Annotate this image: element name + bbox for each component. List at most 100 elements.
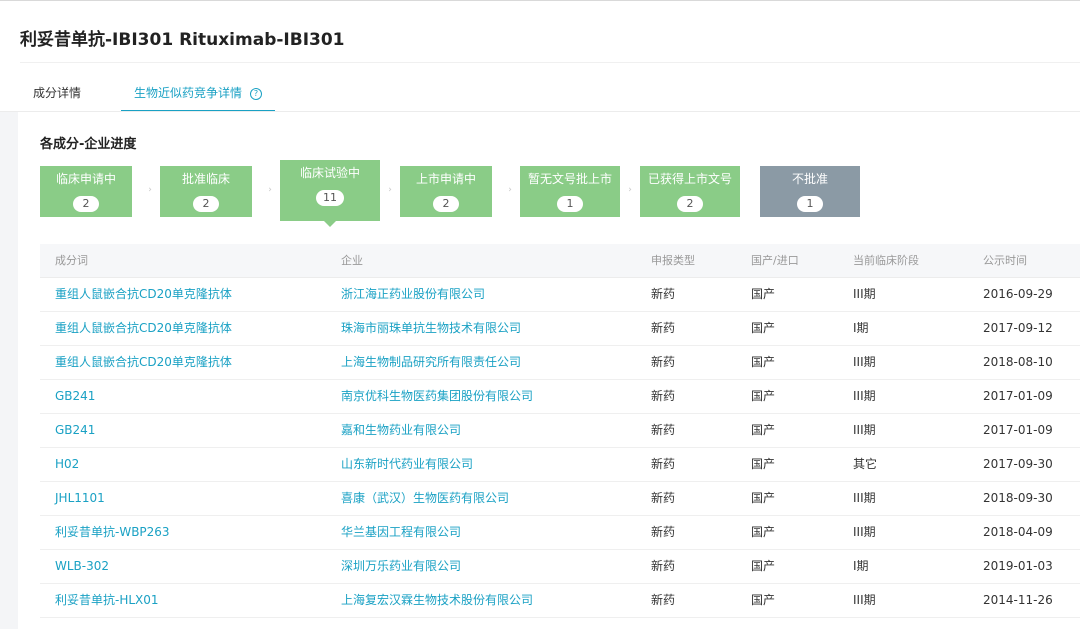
component-link[interactable]: H02 [55, 448, 79, 481]
stage-clinical-trial[interactable]: 临床试验中 11 [280, 160, 380, 227]
company-link[interactable]: 珠海市丽珠单抗生物技术有限公司 [341, 312, 521, 345]
clinical-phase: III期 [853, 423, 876, 437]
table-row: 重组人鼠嵌合抗CD20单克隆抗体 浙江海正药业股份有限公司 新药 国产 III期… [40, 278, 1080, 312]
origin: 国产 [751, 593, 776, 607]
application-type: 新药 [651, 389, 676, 403]
component-link[interactable]: 重组人鼠嵌合抗CD20单克隆抗体 [55, 278, 232, 311]
stage-rejected[interactable]: 不批准 1 [760, 166, 860, 217]
table-row: WLB-302 深圳万乐药业有限公司 新药 国产 I期 2019-01-03 [40, 550, 1080, 584]
component-link[interactable]: GB241 [55, 414, 95, 447]
company-link[interactable]: 浙江海正药业股份有限公司 [341, 278, 485, 311]
table-row: 利妥昔单抗-WBP263 华兰基因工程有限公司 新药 国产 III期 2018-… [40, 516, 1080, 550]
stage-label: 不批准 [791, 172, 828, 186]
table-row: 重组人鼠嵌合抗CD20单克隆抗体 珠海市丽珠单抗生物技术有限公司 新药 国产 I… [40, 312, 1080, 346]
stage-marketing-number-obtained[interactable]: 已获得上市文号 2 [640, 166, 740, 217]
stage-market-application[interactable]: 上市申请中 2 [400, 166, 492, 217]
stage-count-badge: 2 [73, 196, 99, 212]
stage-clinical-approved[interactable]: 批准临床 2 [160, 166, 252, 217]
clinical-phase: III期 [853, 287, 876, 301]
origin: 国产 [751, 389, 776, 403]
tab-biosimilar-competition-label: 生物近似药竞争详情 [134, 86, 243, 100]
clinical-phase: III期 [853, 355, 876, 369]
component-link[interactable]: WLB-302 [55, 550, 109, 583]
origin: 国产 [751, 525, 776, 539]
stage-label: 临床申请中 [55, 172, 116, 186]
column-header-application-type[interactable]: 申报类型 [651, 244, 695, 277]
origin: 国产 [751, 491, 776, 505]
stage-count-badge: 2 [193, 196, 219, 212]
publish-date: 2018-04-09 [983, 525, 1053, 539]
component-link[interactable]: GB241 [55, 380, 95, 413]
question-circle-icon[interactable]: ? [250, 88, 263, 100]
column-header-clinical-phase[interactable]: 当前临床阶段 [853, 244, 919, 277]
column-header-origin[interactable]: 国产/进口 [751, 244, 799, 277]
table-row: JHL1101 喜康（武汉）生物医药有限公司 新药 国产 III期 2018-0… [40, 482, 1080, 516]
column-header-publish-date[interactable]: 公示时间 [983, 244, 1027, 277]
tab-component-details[interactable]: 成分详情 [33, 78, 81, 110]
publish-date: 2017-01-09 [983, 423, 1053, 437]
publish-date: 2018-08-10 [983, 355, 1053, 369]
column-header-company[interactable]: 企业 [341, 244, 363, 277]
origin: 国产 [751, 457, 776, 471]
table-row: 利妥昔单抗-HLX01 上海复宏汉霖生物技术股份有限公司 新药 国产 III期 … [40, 584, 1080, 618]
component-link[interactable]: 重组人鼠嵌合抗CD20单克隆抗体 [55, 346, 232, 379]
origin: 国产 [751, 423, 776, 437]
top-border [0, 0, 1080, 1]
application-type: 新药 [651, 423, 676, 437]
origin: 国产 [751, 321, 776, 335]
company-link[interactable]: 嘉和生物药业有限公司 [341, 414, 461, 447]
active-stage-pointer [324, 221, 336, 227]
publish-date: 2017-09-12 [983, 321, 1053, 335]
origin: 国产 [751, 287, 776, 301]
company-progress-table: 成分词 企业 申报类型 国产/进口 当前临床阶段 公示时间 重组人鼠嵌合抗CD2… [40, 244, 1080, 618]
company-link[interactable]: 深圳万乐药业有限公司 [341, 550, 461, 583]
tab-biosimilar-competition[interactable]: 生物近似药竞争详情? [121, 78, 276, 112]
section-title: 各成分-企业进度 [40, 137, 137, 152]
application-type: 新药 [651, 321, 676, 335]
table-row: H02 山东新时代药业有限公司 新药 国产 其它 2017-09-30 [40, 448, 1080, 482]
company-link[interactable]: 华兰基因工程有限公司 [341, 516, 461, 549]
table-row: GB241 南京优科生物医药集团股份有限公司 新药 国产 III期 2017-0… [40, 380, 1080, 414]
stage-marketed-no-number[interactable]: 暂无文号批上市 1 [520, 166, 620, 217]
stage-label: 临床试验中 [299, 166, 360, 180]
stage-label: 上市申请中 [415, 172, 476, 186]
table-header: 成分词 企业 申报类型 国产/进口 当前临床阶段 公示时间 [40, 244, 1080, 278]
clinical-phase: 其它 [853, 457, 878, 471]
stage-label: 暂无文号批上市 [527, 172, 612, 186]
stage-progress: 临床申请中 2 › 批准临床 2 › 临床试验中 11 › 上市申请中 2 › … [40, 160, 880, 230]
application-type: 新药 [651, 593, 676, 607]
application-type: 新药 [651, 491, 676, 505]
stage-label: 已获得上市文号 [647, 172, 732, 186]
stage-label: 批准临床 [181, 172, 230, 186]
column-header-component[interactable]: 成分词 [55, 244, 88, 277]
left-gutter [0, 112, 18, 629]
company-link[interactable]: 上海生物制品研究所有限责任公司 [341, 346, 521, 379]
company-link[interactable]: 南京优科生物医药集团股份有限公司 [341, 380, 533, 413]
chevron-right-icon: › [388, 185, 392, 195]
tabs-divider [0, 111, 1080, 112]
table-row: 重组人鼠嵌合抗CD20单克隆抗体 上海生物制品研究所有限责任公司 新药 国产 I… [40, 346, 1080, 380]
title-divider [20, 62, 1080, 63]
chevron-right-icon: › [268, 185, 272, 195]
stage-clinical-application[interactable]: 临床申请中 2 [40, 166, 132, 217]
company-link[interactable]: 喜康（武汉）生物医药有限公司 [341, 482, 509, 515]
stage-count-badge: 1 [557, 196, 583, 212]
publish-date: 2016-09-29 [983, 287, 1053, 301]
component-link[interactable]: 重组人鼠嵌合抗CD20单克隆抗体 [55, 312, 232, 345]
component-link[interactable]: JHL1101 [55, 482, 105, 515]
publish-date: 2019-01-03 [983, 559, 1053, 573]
component-link[interactable]: 利妥昔单抗-WBP263 [55, 516, 170, 549]
chevron-right-icon: › [628, 185, 632, 195]
tab-component-details-label: 成分详情 [33, 86, 82, 100]
clinical-phase: III期 [853, 491, 876, 505]
application-type: 新药 [651, 559, 676, 573]
application-type: 新药 [651, 457, 676, 471]
clinical-phase: I期 [853, 559, 869, 573]
origin: 国产 [751, 559, 776, 573]
tab-bar: 成分详情 生物近似药竞争详情? [20, 78, 1080, 112]
company-link[interactable]: 上海复宏汉霖生物技术股份有限公司 [341, 584, 533, 617]
table-row: GB241 嘉和生物药业有限公司 新药 国产 III期 2017-01-09 [40, 414, 1080, 448]
company-link[interactable]: 山东新时代药业有限公司 [341, 448, 473, 481]
publish-date: 2017-01-09 [983, 389, 1053, 403]
component-link[interactable]: 利妥昔单抗-HLX01 [55, 584, 159, 617]
